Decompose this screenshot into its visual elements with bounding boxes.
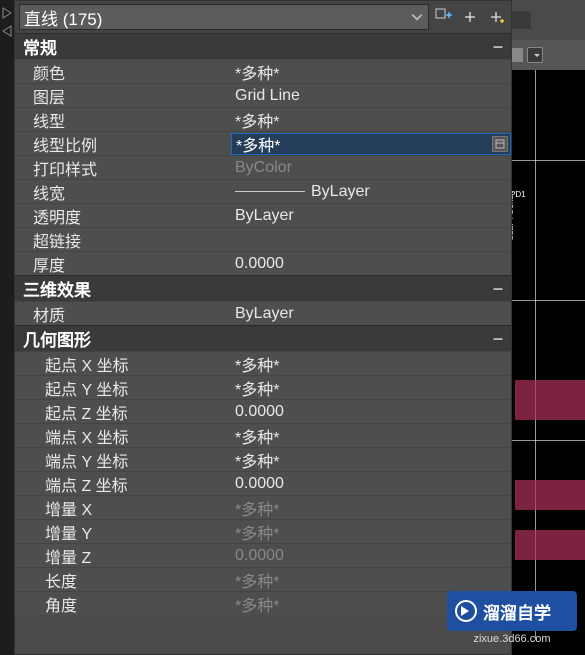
property-value: ByColor [231, 159, 511, 177]
property-label: 端点 Y 坐标 [15, 448, 231, 472]
section-header-general[interactable]: 常规 – [15, 33, 511, 59]
cad-canvas[interactable]: PD1 DEEP POCKET [505, 40, 585, 655]
property-label: 超链接 [15, 228, 231, 252]
quick-select-button[interactable] [485, 6, 507, 28]
property-label: 角度 [15, 592, 231, 616]
property-label: 起点 Z 坐标 [15, 400, 231, 424]
property-value[interactable]: *多种* [231, 352, 511, 376]
new-tab-button[interactable] [511, 11, 531, 29]
property-row-startx: 起点 X 坐标*多种* [15, 351, 511, 375]
toggle-pickadd-button[interactable] [433, 6, 455, 28]
property-label: 起点 X 坐标 [15, 352, 231, 376]
property-label: 颜色 [15, 60, 231, 84]
lineweight-preview-icon [235, 191, 305, 192]
play-icon [455, 600, 477, 622]
property-label: 打印样式 [15, 156, 231, 180]
property-label: 起点 Y 坐标 [15, 376, 231, 400]
dock-handle-icon[interactable] [2, 6, 12, 18]
property-row-deltay: 增量 Y*多种* [15, 519, 511, 543]
property-row-lineweight: 线宽 ByLayer [15, 179, 511, 203]
property-value[interactable]: Grid Line [231, 87, 511, 105]
tab-bar [505, 0, 585, 40]
chevron-down-icon [410, 10, 424, 24]
property-label: 材质 [15, 302, 231, 326]
section-title: 三维效果 [23, 276, 91, 301]
property-value[interactable]: ByLayer [231, 305, 511, 323]
property-row-layer: 图层Grid Line [15, 83, 511, 107]
property-value-editing[interactable]: *多种* [231, 133, 511, 155]
property-row-deltax: 增量 X*多种* [15, 495, 511, 519]
property-value-text: ByLayer [311, 183, 370, 201]
property-label: 增量 X [15, 496, 231, 520]
property-row-endz: 端点 Z 坐标0.0000 [15, 471, 511, 495]
dock-handle-icon[interactable] [2, 24, 12, 36]
property-row-color: 颜色*多种* [15, 59, 511, 83]
property-label: 线型比例 [15, 132, 231, 156]
property-label: 透明度 [15, 204, 231, 228]
property-row-starty: 起点 Y 坐标*多种* [15, 375, 511, 399]
property-value[interactable]: 0.0000 [231, 475, 511, 493]
property-value[interactable]: *多种* [231, 448, 511, 472]
property-label: 长度 [15, 568, 231, 592]
toolbar-dropdown[interactable] [527, 47, 543, 63]
object-selector-row: 直线 (175) [15, 1, 511, 33]
property-row-startz: 起点 Z 坐标0.0000 [15, 399, 511, 423]
watermark-badge: 溜溜自学 [447, 591, 577, 631]
collapse-icon: – [493, 36, 503, 57]
property-value: *多种* [231, 496, 511, 520]
property-row-angle: 角度*多种* [15, 591, 511, 615]
collapse-icon: – [493, 328, 503, 349]
property-value[interactable]: 0.0000 [231, 403, 511, 421]
property-value[interactable]: *多种* [231, 60, 511, 84]
quickcalc-button[interactable] [492, 136, 508, 152]
section-header-3d[interactable]: 三维效果 – [15, 275, 511, 301]
property-row-endx: 端点 X 坐标*多种* [15, 423, 511, 447]
properties-panel: 直线 (175) 常规 – 颜色*多种* 图层Grid Line 线型*多种* [14, 0, 512, 655]
property-label: 端点 X 坐标 [15, 424, 231, 448]
property-value[interactable]: ByLayer [231, 207, 511, 225]
property-value: 0.0000 [231, 547, 511, 565]
property-row-transparency: 透明度ByLayer [15, 203, 511, 227]
object-type-label: 直线 (175) [24, 5, 102, 30]
watermark: 溜溜自学 zixue.3d66.com [447, 591, 577, 645]
watermark-url: zixue.3d66.com [473, 633, 550, 645]
property-row-length: 长度*多种* [15, 567, 511, 591]
property-label: 厚度 [15, 252, 231, 276]
property-label: 增量 Y [15, 520, 231, 544]
property-label: 线型 [15, 108, 231, 132]
property-row-material: 材质ByLayer [15, 301, 511, 325]
property-row-hyperlink: 超链接 [15, 227, 511, 251]
property-row-plotstyle: 打印样式ByColor [15, 155, 511, 179]
property-row-ltscale: 线型比例 *多种* [15, 131, 511, 155]
section-title: 常规 [23, 34, 57, 59]
property-label: 增量 Z [15, 544, 231, 568]
property-value[interactable]: *多种* [231, 108, 511, 132]
property-label: 图层 [15, 84, 231, 108]
watermark-brand: 溜溜自学 [483, 599, 551, 624]
section-header-geometry[interactable]: 几何图形 – [15, 325, 511, 351]
object-type-dropdown[interactable]: 直线 (175) [19, 4, 429, 30]
property-value: *多种* [231, 568, 511, 592]
property-value[interactable]: *多种* [231, 424, 511, 448]
property-row-linetype: 线型*多种* [15, 107, 511, 131]
section-title: 几何图形 [23, 326, 91, 351]
property-value-text: *多种* [236, 132, 280, 156]
property-value: *多种* [231, 520, 511, 544]
property-label: 端点 Z 坐标 [15, 472, 231, 496]
collapse-icon: – [493, 278, 503, 299]
property-value[interactable]: ByLayer [231, 183, 511, 201]
property-row-thickness: 厚度0.0000 [15, 251, 511, 275]
select-objects-button[interactable] [459, 6, 481, 28]
toolbar-fragment [505, 40, 585, 70]
property-row-endy: 端点 Y 坐标*多种* [15, 447, 511, 471]
property-value[interactable]: 0.0000 [231, 255, 511, 273]
property-row-deltaz: 增量 Z0.0000 [15, 543, 511, 567]
panel-dock-edge [0, 0, 14, 655]
property-value[interactable]: *多种* [231, 376, 511, 400]
property-label: 线宽 [15, 180, 231, 204]
